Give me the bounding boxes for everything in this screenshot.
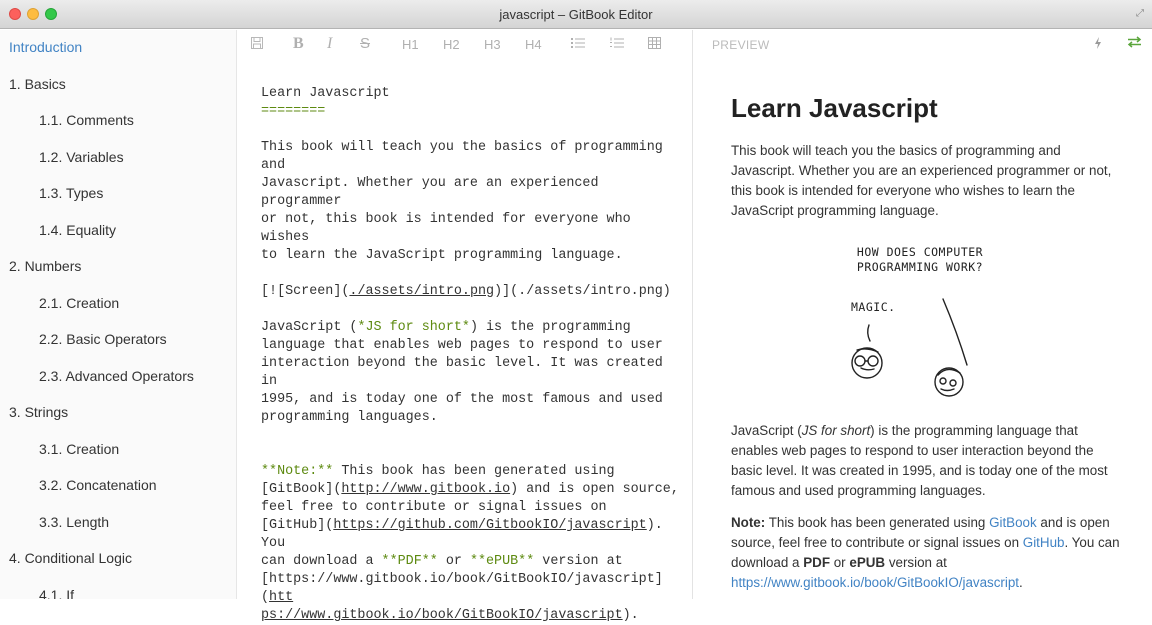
markdown-editor-pane: B I S H1 H2 H3 H4 Learn Javascript =====… bbox=[237, 30, 693, 623]
sidebar-item-strings[interactable]: 3. Strings bbox=[0, 395, 236, 432]
intro-comic-image: HOW DOES COMPUTER PROGRAMMING WORK? MAGI… bbox=[817, 237, 1023, 403]
window-title: javascript – GitBook Editor bbox=[499, 7, 653, 22]
comic-magic-text: MAGIC. bbox=[851, 300, 896, 314]
lightning-icon[interactable] bbox=[1094, 37, 1102, 52]
heading2-button[interactable]: H2 bbox=[443, 36, 460, 54]
preview-note: Note: This book has been generated using… bbox=[731, 515, 1120, 590]
md-para1-line: or not, this book is intended for everyo… bbox=[261, 212, 631, 245]
numbered-list-icon[interactable] bbox=[610, 36, 624, 54]
sidebar-item-if[interactable]: 4.1. If bbox=[0, 578, 236, 600]
md-para2-line: programming languages. bbox=[261, 410, 438, 425]
sidebar-item-numbers[interactable]: 2. Numbers bbox=[0, 249, 236, 286]
gitbook-link[interactable]: GitBook bbox=[989, 515, 1037, 530]
sidebar-item-variables[interactable]: 1.2. Variables bbox=[0, 140, 236, 177]
md-para2-line: JavaScript (*JS for short*) is the progr… bbox=[261, 320, 631, 335]
sidebar-item-basics[interactable]: 1. Basics bbox=[0, 67, 236, 104]
heading3-button[interactable]: H3 bbox=[484, 36, 501, 54]
preview-paragraph: This book will teach you the basics of p… bbox=[731, 143, 1112, 218]
preview-emphasis: JS for short bbox=[801, 423, 871, 438]
md-title-underline: ======== bbox=[261, 104, 326, 119]
md-para2-line: 1995, and is today one of the most famou… bbox=[261, 392, 663, 407]
bullet-list-icon[interactable] bbox=[571, 36, 585, 54]
preview-title: Learn Javascript bbox=[731, 93, 938, 123]
sidebar-item-types[interactable]: 1.3. Types bbox=[0, 176, 236, 213]
md-emphasis: *JS for short* bbox=[357, 320, 470, 335]
sidebar-item-conditional-logic[interactable]: 4. Conditional Logic bbox=[0, 541, 236, 578]
note-label: Note: bbox=[731, 515, 766, 530]
md-note-line: feel free to contribute or signal issues… bbox=[261, 500, 607, 515]
fullscreen-icon[interactable]: ⤢ bbox=[1136, 8, 1144, 19]
github-link[interactable]: GitHub bbox=[1023, 535, 1065, 550]
md-note-line: [GitHub](https://github.com/GitbookIO/ja… bbox=[261, 518, 663, 551]
comic-caption: HOW DOES COMPUTER PROGRAMMING WORK? bbox=[856, 245, 984, 274]
window-titlebar: javascript – GitBook Editor ⤢ bbox=[0, 0, 1152, 29]
md-note-line: [GitBook](http://www.gitbook.io) and is … bbox=[261, 482, 679, 497]
sidebar-item-equality[interactable]: 1.4. Equality bbox=[0, 213, 236, 250]
md-note-line: can download a **PDF** or **ePUB** versi… bbox=[261, 554, 623, 569]
heading4-button[interactable]: H4 bbox=[525, 36, 542, 54]
md-image-line: [![Screen](./assets/intro.png)](./assets… bbox=[261, 284, 671, 299]
md-para1-line: Javascript. Whether you are an experienc… bbox=[261, 176, 599, 209]
sidebar-item-numbers-creation[interactable]: 2.1. Creation bbox=[0, 286, 236, 323]
gitbook-book-link[interactable]: https://www.gitbook.io/book/GitBookIO/ja… bbox=[731, 575, 1019, 590]
bold-button[interactable]: B bbox=[293, 35, 304, 53]
sidebar-item-concatenation[interactable]: 3.2. Concatenation bbox=[0, 468, 236, 505]
sidebar-item-length[interactable]: 3.3. Length bbox=[0, 505, 236, 542]
editor-toolbar: B I S H1 H2 H3 H4 bbox=[237, 30, 692, 60]
sidebar-item-basic-operators[interactable]: 2.2. Basic Operators bbox=[0, 322, 236, 359]
sidebar-item-introduction[interactable]: Introduction bbox=[0, 30, 236, 67]
md-para1-line: This book will teach you the basics of p… bbox=[261, 140, 663, 173]
preview-content: Learn Javascript This book will teach yo… bbox=[731, 91, 1121, 605]
chapters-sidebar: Introduction 1. Basics 1.1. Comments 1.2… bbox=[0, 30, 237, 599]
preview-label: PREVIEW bbox=[712, 38, 770, 52]
sidebar-item-strings-creation[interactable]: 3.1. Creation bbox=[0, 432, 236, 469]
sync-arrows-icon[interactable] bbox=[1127, 35, 1142, 52]
md-note-line: [https://www.gitbook.io/book/GitBookIO/j… bbox=[261, 572, 663, 605]
table-icon[interactable] bbox=[648, 36, 661, 54]
md-note-line: ps://www.gitbook.io/book/GitBookIO/javas… bbox=[261, 608, 639, 623]
markdown-source[interactable]: Learn Javascript ======== This book will… bbox=[261, 85, 686, 625]
md-note-line: **Note:** This book has been generated u… bbox=[261, 464, 615, 479]
sidebar-item-comments[interactable]: 1.1. Comments bbox=[0, 103, 236, 140]
md-image-url: ./assets/intro.png bbox=[349, 284, 495, 299]
preview-pane: PREVIEW Learn Javascript This book will … bbox=[694, 30, 1152, 599]
italic-button[interactable]: I bbox=[327, 35, 332, 53]
heading1-button[interactable]: H1 bbox=[402, 36, 419, 54]
strikethrough-button[interactable]: S bbox=[360, 35, 370, 53]
preview-paragraph: JavaScript (JS for short) is the program… bbox=[731, 423, 1108, 498]
md-para1-line: to learn the JavaScript programming lang… bbox=[261, 248, 623, 263]
md-title-line: Learn Javascript bbox=[261, 86, 390, 101]
save-icon[interactable] bbox=[251, 36, 263, 54]
md-para2-line: interaction beyond the basic level. It w… bbox=[261, 356, 663, 389]
md-para2-line: language that enables web pages to respo… bbox=[261, 338, 663, 353]
sidebar-item-advanced-operators[interactable]: 2.3. Advanced Operators bbox=[0, 359, 236, 396]
